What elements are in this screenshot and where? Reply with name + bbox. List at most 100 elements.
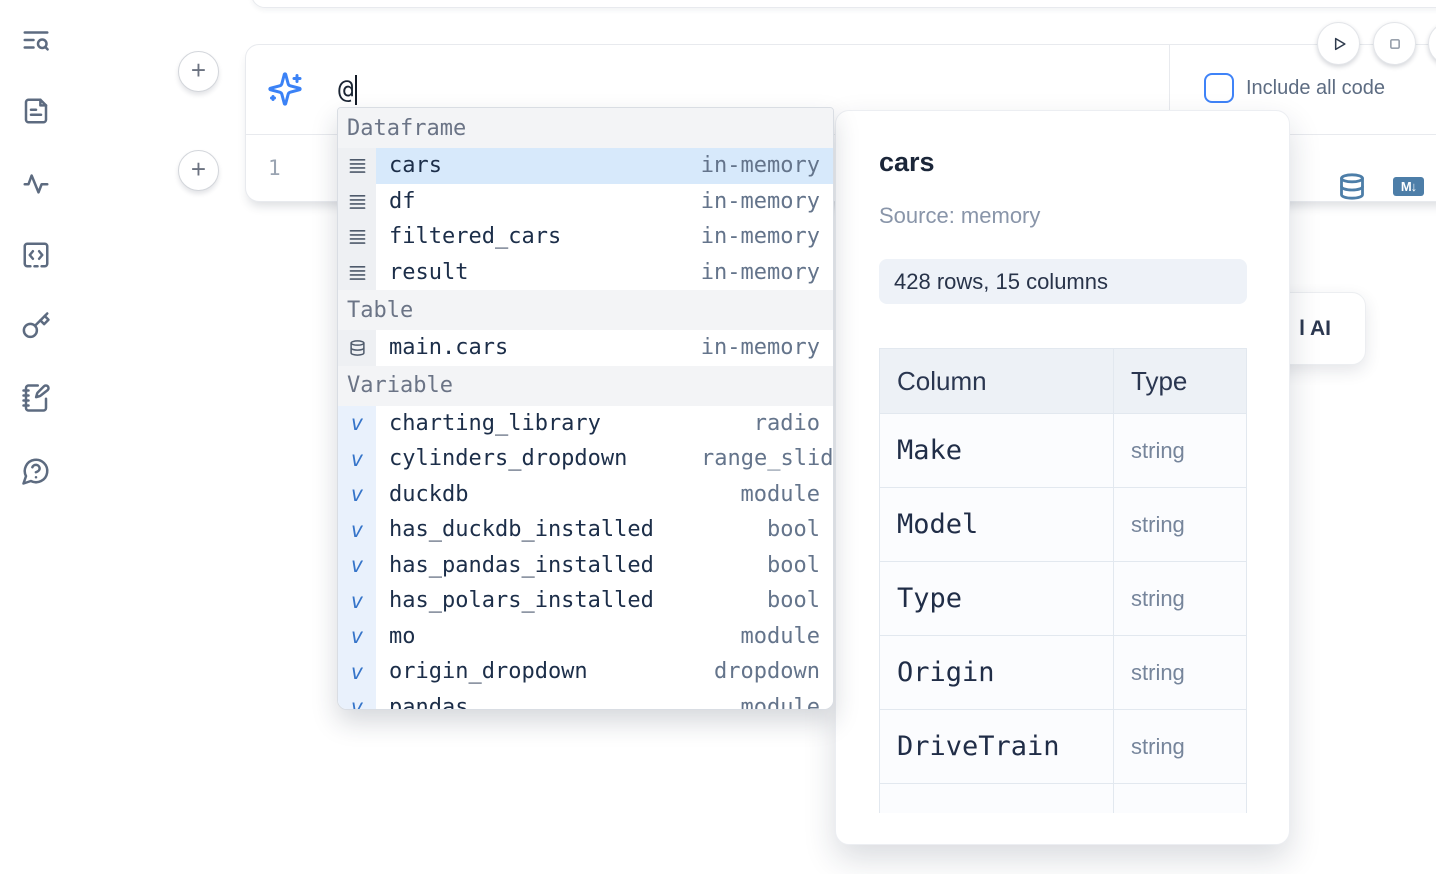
notebook-pen-icon[interactable]	[21, 383, 51, 413]
schema-row	[880, 784, 1246, 813]
schema-column-type: string	[1131, 660, 1185, 686]
dataframe-gutter	[338, 184, 376, 220]
variable-gutter: v	[338, 477, 376, 513]
variable-gutter: v	[338, 406, 376, 442]
dataframe-rows-icon	[348, 193, 367, 210]
autocomplete-item-df[interactable]: dfin-memory	[338, 184, 833, 220]
dataframe-gutter	[338, 148, 376, 184]
key-icon[interactable]	[21, 311, 51, 341]
dataframe-rows-icon	[348, 228, 367, 245]
run-cell-button[interactable]	[1317, 22, 1360, 65]
autocomplete-item-result[interactable]: result in-memory	[338, 255, 833, 291]
variable-gutter: v	[338, 441, 376, 477]
variable-icon: v	[351, 482, 364, 506]
autocomplete-item-name: charting_library	[389, 411, 601, 436]
variable-gutter: v	[338, 512, 376, 548]
variable-gutter: v	[338, 583, 376, 619]
variable-gutter: v	[338, 619, 376, 655]
autocomplete-item-cars[interactable]: cars in-memory	[338, 148, 833, 184]
dataframe-gutter	[338, 219, 376, 255]
autocomplete-item-type: bool	[767, 517, 820, 542]
stop-button[interactable]	[1373, 22, 1416, 65]
schema-column-name: DriveTrain	[897, 731, 1060, 762]
autocomplete-item-type: in-memory	[701, 335, 820, 360]
autocomplete-section-header: Table	[338, 290, 833, 330]
autocomplete-item-name: mo	[389, 624, 416, 649]
scratchpad-code-icon[interactable]	[21, 240, 51, 270]
dataframe-preview-card: cars Source: memory 428 rows, 15 columns…	[835, 110, 1290, 845]
sparkles-ai-icon	[267, 71, 303, 107]
schema-header-column: Column	[880, 349, 1114, 413]
variable-icon: v	[351, 411, 364, 435]
autocomplete-item-has_duckdb_installed[interactable]: vhas_duckdb_installedbool	[338, 512, 833, 548]
autocomplete-item-type: in-memory	[701, 153, 820, 178]
notebook-canvas: + + @ Include all code 1 M↓	[0, 0, 1436, 874]
variable-gutter: v	[338, 548, 376, 584]
autocomplete-item-type: bool	[767, 588, 820, 613]
schema-row: Model string	[880, 488, 1246, 562]
autocomplete-item-name: main.cars	[389, 335, 508, 360]
include-all-code-checkbox[interactable]	[1204, 73, 1234, 103]
previous-cell-partial	[251, 0, 1436, 8]
activity-icon[interactable]	[21, 168, 51, 198]
autocomplete-item-charting_library[interactable]: v charting_library radio	[338, 406, 833, 442]
line-number: 1	[268, 135, 281, 201]
autocomplete-item-type: in-memory	[701, 224, 820, 249]
variable-icon: v	[351, 589, 364, 613]
include-all-code-option: Include all code	[1204, 73, 1385, 103]
schema-row: Makestring	[880, 414, 1246, 488]
autocomplete-item-type: in-memory	[701, 260, 820, 285]
help-chat-icon[interactable]	[21, 456, 51, 486]
variable-icon: v	[351, 553, 364, 577]
document-icon[interactable]	[21, 96, 51, 126]
add-cell-button-bottom[interactable]: +	[178, 150, 219, 191]
schema-column-name: Make	[897, 435, 962, 466]
autocomplete-item-name: result	[389, 260, 468, 285]
schema-column-name: Model	[897, 509, 978, 540]
autocomplete-item-type: module	[741, 624, 820, 649]
preview-source: Source: memory	[879, 203, 1040, 229]
schema-column-type: string	[1131, 586, 1185, 612]
schema-row: DriveTrainstring	[880, 710, 1246, 784]
database-sql-cell-icon[interactable]	[1338, 171, 1366, 202]
variable-gutter: v	[338, 690, 376, 711]
table-gutter	[338, 330, 376, 366]
autocomplete-item-type: module	[741, 695, 820, 710]
preview-shape-badge: 428 rows, 15 columns	[879, 259, 1247, 304]
autocomplete-item-type: dropdown	[714, 659, 820, 684]
add-cell-button-top[interactable]: +	[178, 51, 219, 92]
autocomplete-item-mo[interactable]: v mo module	[338, 619, 833, 655]
schema-column-name: Type	[897, 583, 962, 614]
schema-header-row: ColumnType	[880, 349, 1246, 414]
autocomplete-item-name: duckdb	[389, 482, 468, 507]
autocomplete-item-name: has_pandas_installed	[389, 553, 654, 578]
autocomplete-item-duckdb[interactable]: v duckdb module	[338, 477, 833, 513]
autocomplete-item-name: df	[389, 189, 416, 214]
search-list-icon[interactable]	[21, 25, 51, 55]
include-all-code-label: Include all code	[1246, 77, 1385, 100]
autocomplete-item-type: range_slider	[701, 446, 833, 471]
autocomplete-item-type: radio	[754, 411, 820, 436]
autocomplete-item-type: module	[741, 482, 820, 507]
ai-prompt-value: @	[338, 75, 354, 105]
autocomplete-item-name: cars	[389, 153, 442, 178]
autocomplete-item-has_polars_installed[interactable]: v has_polars_installed bool	[338, 583, 833, 619]
preview-schema-table: ColumnTypeMakestringModelstringTypestrin…	[879, 348, 1247, 813]
autocomplete-item-name: filtered_cars	[389, 224, 561, 249]
autocomplete-item-name: has_polars_installed	[389, 588, 654, 613]
dataframe-rows-icon	[348, 264, 367, 281]
markdown-cell-icon[interactable]: M↓	[1393, 177, 1424, 196]
variable-gutter: v	[338, 654, 376, 690]
autocomplete-section-header: Variable	[338, 366, 833, 406]
autocomplete-item-filtered_cars[interactable]: filtered_cars in-memory	[338, 219, 833, 255]
ai-button-label: l AI	[1299, 317, 1331, 341]
autocomplete-item-cylinders_dropdown[interactable]: vcylinders_dropdownrange_slider	[338, 441, 833, 477]
autocomplete-item-name: pandas	[389, 695, 468, 710]
autocomplete-item-origin_dropdown[interactable]: vorigin_dropdowndropdown	[338, 654, 833, 690]
autocomplete-item-has_pandas_installed[interactable]: vhas_pandas_installedbool	[338, 548, 833, 584]
autocomplete-item-pandas[interactable]: vpandas module	[338, 690, 833, 711]
schema-column-type: string	[1131, 512, 1185, 538]
variable-icon: v	[351, 624, 364, 648]
dataframe-gutter	[338, 255, 376, 291]
autocomplete-item-main.cars[interactable]: main.cars in-memory	[338, 330, 833, 366]
